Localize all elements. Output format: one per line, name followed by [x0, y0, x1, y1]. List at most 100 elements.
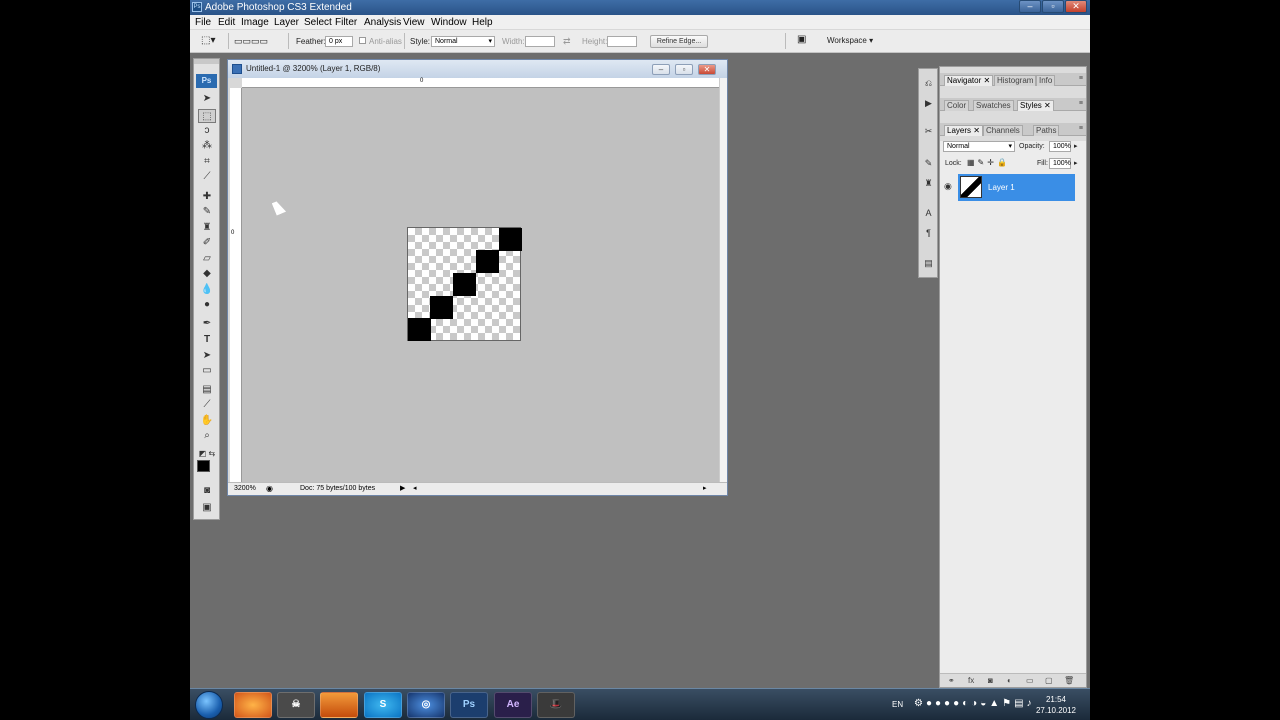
layer-mask-icon[interactable]: ◙ — [988, 674, 993, 688]
link-layers-icon[interactable]: ⚭ — [948, 674, 955, 688]
feather-input[interactable]: 0 px — [325, 36, 353, 47]
tool-docking-icon[interactable]: ▣ — [797, 35, 806, 45]
swap-dimensions-icon[interactable]: ⇄ — [563, 36, 571, 46]
menu-select[interactable]: Select — [304, 17, 332, 28]
new-layer-icon[interactable]: ▢ — [1045, 674, 1053, 688]
doc-maximize-button[interactable]: ▫ — [675, 64, 693, 75]
adjustment-layer-icon[interactable]: ◐ — [1007, 674, 1012, 688]
panel-menu-icon[interactable]: ≡ — [1079, 125, 1083, 132]
hand-tool-icon[interactable]: ✋ — [198, 414, 216, 428]
character-panel-icon[interactable]: A — [922, 207, 935, 219]
tab-channels[interactable]: Channels — [983, 125, 1023, 136]
taskbar-browser-icon[interactable]: ◎ — [407, 692, 445, 718]
screen-mode-icon[interactable]: ▣ — [198, 501, 216, 515]
layer-comps-icon[interactable]: ▤ — [922, 257, 935, 269]
marquee-tool-preset-icon[interactable]: ⬚▾ — [201, 36, 215, 46]
tool-presets-icon[interactable]: ✂ — [922, 125, 935, 137]
type-tool-icon[interactable]: T — [198, 333, 216, 347]
menu-file[interactable]: File — [195, 17, 211, 28]
paint-bucket-icon[interactable]: ◆ — [198, 267, 216, 281]
maximize-button[interactable]: ▫ — [1042, 0, 1064, 13]
close-button[interactable]: ✕ — [1065, 0, 1087, 13]
style-select[interactable]: Normal ▾ — [431, 36, 495, 47]
menu-filter[interactable]: Filter — [335, 17, 357, 28]
taskbar-files-icon[interactable] — [320, 692, 358, 718]
hscroll-left-icon[interactable]: ◂ — [413, 483, 417, 495]
fill-input[interactable]: 100% — [1049, 158, 1071, 169]
doc-close-button[interactable]: ✕ — [698, 64, 716, 75]
vertical-scrollbar[interactable] — [719, 78, 727, 482]
menu-image[interactable]: Image — [241, 17, 269, 28]
tray-icons[interactable]: ⚙●●●●◐◑◒▲⚑▤♪ — [914, 698, 1035, 709]
ruler-vertical[interactable]: 0 — [230, 88, 242, 482]
pen-tool-icon[interactable]: ✒ — [198, 317, 216, 331]
crop-tool-icon[interactable]: ⌗ — [198, 155, 216, 169]
taskbar-hat-icon[interactable]: 🎩 — [537, 692, 575, 718]
history-brush-icon[interactable]: ✐ — [198, 236, 216, 250]
taskbar-game-icon[interactable]: ☠ — [277, 692, 315, 718]
visibility-eye-icon[interactable]: ◉ — [944, 181, 952, 192]
taskbar-aftereffects-icon[interactable]: Ae — [494, 692, 532, 718]
document-title-bar[interactable]: Untitled-1 @ 3200% (Layer 1, RGB/8) – ▫ … — [228, 60, 727, 78]
layer-row[interactable]: Layer 1 — [958, 174, 1075, 201]
brushes-panel-icon[interactable]: ✎ — [922, 157, 935, 169]
antialias-checkbox[interactable] — [359, 37, 366, 44]
default-colors-icon[interactable]: ◩ ⇆ — [198, 447, 216, 461]
marquee-tool-icon[interactable]: ⬚ — [198, 109, 216, 123]
lasso-tool-icon[interactable]: ↄ — [198, 124, 216, 138]
canvas-area[interactable] — [242, 88, 719, 482]
magic-wand-icon[interactable]: ⁂ — [198, 139, 216, 153]
zoom-tool-icon[interactable]: ⌕ — [198, 429, 216, 443]
ruler-horizontal[interactable]: 0 — [242, 78, 719, 88]
eraser-tool-icon[interactable]: ▱ — [198, 252, 216, 266]
tab-color[interactable]: Color — [944, 100, 970, 111]
menu-analysis[interactable]: Analysis — [364, 17, 401, 28]
slice-tool-icon[interactable]: ⟋ — [198, 170, 216, 184]
height-input[interactable] — [607, 36, 637, 47]
tab-info[interactable]: Info — [1036, 75, 1056, 86]
taskbar-firefox-icon[interactable] — [234, 692, 272, 718]
refine-edge-button[interactable]: Refine Edge... — [650, 35, 708, 48]
quick-mask-icon[interactable]: ◙ — [198, 484, 216, 498]
blend-mode-select[interactable]: Normal ▾ — [943, 141, 1015, 152]
fill-arrow-icon[interactable]: ▸ — [1074, 159, 1078, 168]
eyedropper-tool-icon[interactable]: ⟋ — [198, 398, 216, 412]
selection-mode-icons[interactable]: ▭▭▭▭ — [234, 36, 268, 46]
taskbar-photoshop-icon[interactable]: Ps — [450, 692, 488, 718]
width-input[interactable] — [525, 36, 555, 47]
panel-menu-icon[interactable]: ≡ — [1079, 100, 1083, 107]
menu-edit[interactable]: Edit — [218, 17, 235, 28]
opacity-input[interactable]: 100% — [1049, 141, 1071, 152]
menu-layer[interactable]: Layer — [274, 17, 299, 28]
minimize-button[interactable]: – — [1019, 0, 1041, 13]
healing-brush-icon[interactable]: ✚ — [198, 190, 216, 204]
clock[interactable]: 21:54 27.10.2012 — [1036, 694, 1076, 716]
document-canvas[interactable] — [407, 227, 522, 341]
tab-navigator[interactable]: Navigator ✕ — [944, 75, 994, 86]
toolbox-grip[interactable] — [194, 59, 219, 64]
layer-name[interactable]: Layer 1 — [988, 174, 1015, 201]
tab-swatches[interactable]: Swatches — [973, 100, 1014, 111]
clone-stamp-icon[interactable]: ♜ — [198, 221, 216, 235]
hscroll-right-icon[interactable]: ▸ — [703, 483, 707, 495]
zoom-level[interactable]: 3200% — [234, 483, 256, 495]
menu-help[interactable]: Help — [472, 17, 493, 28]
opacity-arrow-icon[interactable]: ▸ — [1074, 142, 1078, 151]
clone-source-icon[interactable]: ♜ — [922, 177, 935, 189]
status-menu-icon[interactable]: ◉ — [266, 483, 273, 495]
tab-styles[interactable]: Styles ✕ — [1017, 100, 1054, 111]
taskbar-skype-icon[interactable]: S — [364, 692, 402, 718]
path-selection-icon[interactable]: ➤ — [198, 349, 216, 363]
language-indicator[interactable]: EN — [892, 700, 903, 709]
menu-view[interactable]: View — [403, 17, 425, 28]
tab-histogram[interactable]: Histogram — [994, 75, 1037, 86]
notes-tool-icon[interactable]: ▤ — [198, 383, 216, 397]
start-button[interactable] — [195, 691, 223, 719]
doc-minimize-button[interactable]: – — [652, 64, 670, 75]
panel-menu-icon[interactable]: ≡ — [1079, 75, 1083, 82]
move-tool-icon[interactable]: ➤ — [198, 92, 216, 106]
new-group-icon[interactable]: ▭ — [1026, 674, 1034, 688]
foreground-color-swatch[interactable] — [197, 460, 210, 472]
delete-layer-icon[interactable]: 🗑 — [1064, 674, 1074, 688]
tab-paths[interactable]: Paths — [1033, 125, 1060, 136]
